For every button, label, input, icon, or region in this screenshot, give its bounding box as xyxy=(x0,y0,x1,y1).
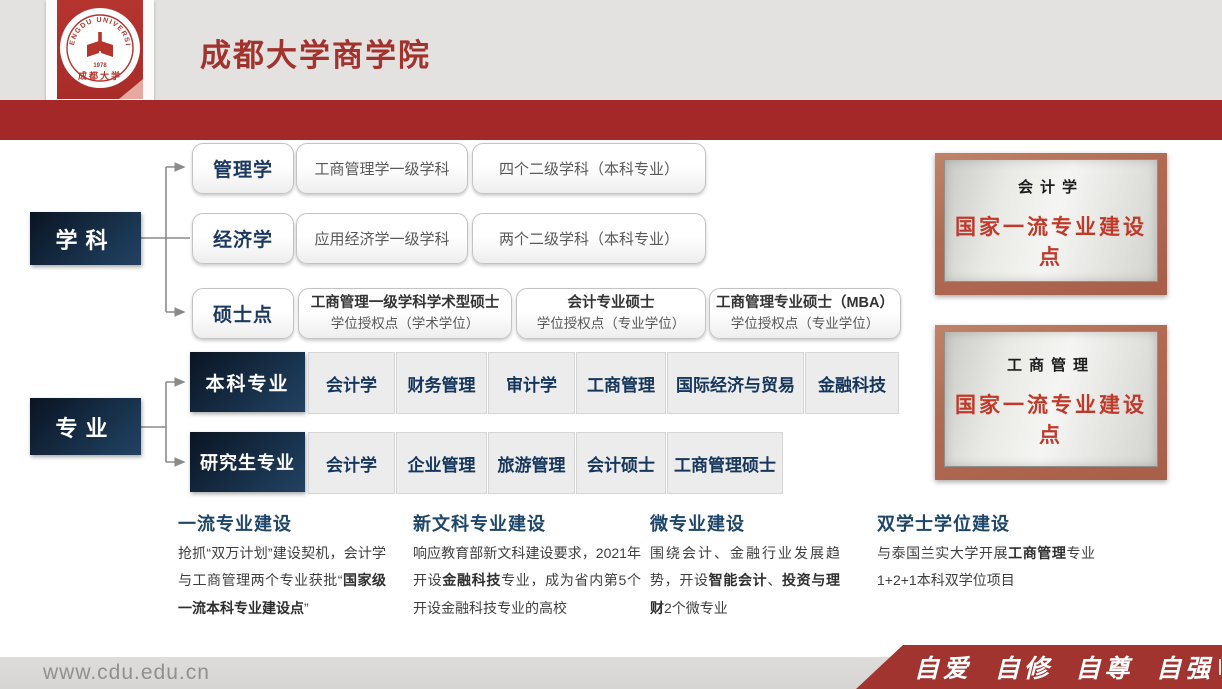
plaque-plate: 工商管理 国家一流专业建设点 xyxy=(944,331,1158,467)
plaque-photo-accounting: 会计学 国家一流专业建设点 xyxy=(935,153,1167,295)
column-heading-micro-majors: 微专业建设 xyxy=(650,510,745,536)
header-band xyxy=(0,0,1222,100)
grad-mba: 工商管理硕士 xyxy=(667,432,783,494)
plaque-title: 工商管理 xyxy=(945,354,1157,375)
column-body-micro-majors: 围绕会计、金融行业发展趋势，开设智能会计、投资与理财2个微专业 xyxy=(650,540,840,622)
node-masters: 硕士点 xyxy=(192,288,294,339)
subject-financial-management: 财务管理 xyxy=(396,352,487,414)
slide: CHENGDU UNIVERSITY 1978 成都大学 成都大学商学院 学科 xyxy=(0,0,1222,689)
node-economics-detail-2: 两个二级学科（本科专业） xyxy=(472,213,706,264)
row-label-graduate: 研究生专业 xyxy=(190,432,305,492)
column-body-dual-degree: 与泰国兰实大学开展工商管理专业1+2+1本科双学位项目 xyxy=(877,540,1095,595)
subject-accounting: 会计学 xyxy=(308,352,395,414)
page-title: 成都大学商学院 xyxy=(200,30,431,75)
plaque-subtitle: 国家一流专业建设点 xyxy=(945,389,1157,449)
seal-bottom-text: 成都大学 xyxy=(78,70,122,81)
node-economics-detail-1: 应用经济学一级学科 xyxy=(296,213,468,264)
column-heading-dual-degree: 双学士学位建设 xyxy=(877,510,1010,536)
grad-accounting-masters: 会计硕士 xyxy=(576,432,666,494)
seal-tower xyxy=(98,32,102,51)
node-economics: 经济学 xyxy=(192,213,294,264)
plaque-title: 会计学 xyxy=(945,176,1157,197)
subject-fintech: 金融科技 xyxy=(805,352,899,414)
node-management-detail-2: 四个二级学科（本科专业） xyxy=(472,143,706,194)
column-body-first-class: 抢抓“双万计划”建设契机，会计学与工商管理两个专业获批“国家级一流本科专业建设点… xyxy=(178,540,386,622)
node-management-detail-1: 工商管理学一级学科 xyxy=(296,143,468,194)
grad-tourism-management: 旅游管理 xyxy=(488,432,575,494)
node-masters-detail-3: 工商管理专业硕士（MBA） 学位授权点（专业学位） xyxy=(709,288,901,339)
column-heading-new-liberal-arts: 新文科专业建设 xyxy=(413,510,546,536)
subject-auditing: 审计学 xyxy=(488,352,575,414)
column-body-new-liberal-arts: 响应教育部新文科建设要求，2021年开设金融科技专业，成为省内第5个开设金融科技… xyxy=(413,540,641,622)
grad-enterprise-management: 企业管理 xyxy=(396,432,487,494)
node-masters-detail-1: 工商管理一级学科学术型硕士 学位授权点（学术学位） xyxy=(298,288,512,339)
column-heading-first-class: 一流专业建设 xyxy=(178,510,292,536)
node-management: 管理学 xyxy=(192,143,294,194)
grad-accounting: 会计学 xyxy=(308,432,395,494)
plaque-plate: 会计学 国家一流专业建设点 xyxy=(944,159,1158,282)
subject-business-admin: 工商管理 xyxy=(576,352,666,414)
plaque-photo-business-admin: 工商管理 国家一流专业建设点 xyxy=(935,325,1167,480)
plaque-subtitle: 国家一流专业建设点 xyxy=(945,211,1157,271)
group-label-majors: 专业 xyxy=(30,398,141,455)
subject-intl-economics-trade: 国际经济与贸易 xyxy=(667,352,804,414)
footer-motto-band: 自爱 自修 自尊 自强 xyxy=(848,645,1222,689)
website-url: www.cdu.edu.cn xyxy=(43,661,210,685)
header-red-bar xyxy=(0,100,1222,140)
university-seal-icon: CHENGDU UNIVERSITY 1978 成都大学 xyxy=(57,3,143,93)
seal-year: 1978 xyxy=(93,63,107,69)
row-label-undergraduate: 本科专业 xyxy=(190,352,305,412)
group-label-disciplines: 学科 xyxy=(30,212,141,265)
node-masters-detail-2: 会计专业硕士 学位授权点（专业学位） xyxy=(516,288,706,339)
school-motto: 自爱 自修 自尊 自强 xyxy=(914,649,1214,685)
